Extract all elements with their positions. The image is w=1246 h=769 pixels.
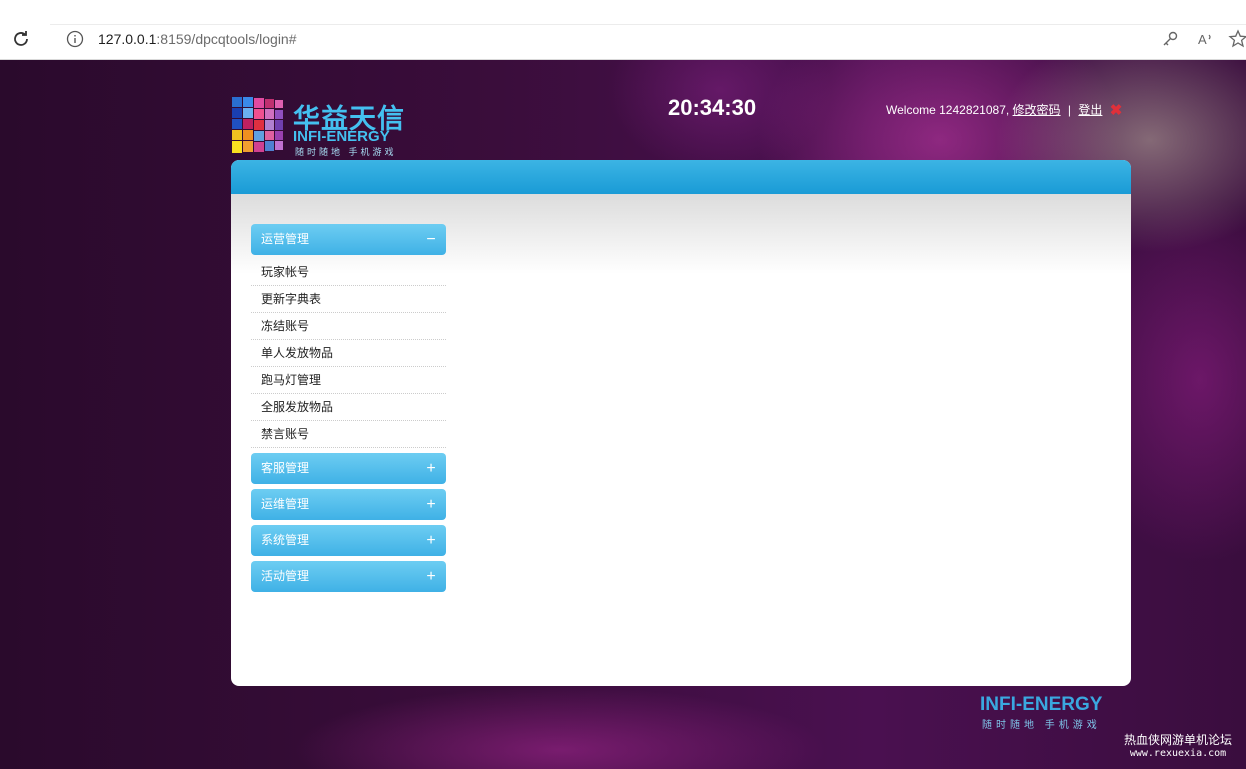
expand-icon[interactable]: + [424, 453, 438, 484]
logout-link[interactable]: 登出 [1078, 103, 1102, 117]
menu-item-player-accounts[interactable]: 玩家帐号 [251, 259, 446, 286]
watermark-url: www.rexuexia.com [1129, 748, 1227, 759]
collapse-icon[interactable]: − [424, 224, 438, 255]
footer-logo-slogan: 随时随地 手机游戏 [982, 720, 1101, 731]
menu-group-label: 活动管理 [261, 569, 310, 583]
brand-logo: 华益天信 INFI-ENERGY 随时随地 手机游戏 [230, 95, 410, 159]
panel-header-bar [231, 160, 1131, 194]
watermark-title: 热血侠网游单机论坛 [1124, 733, 1233, 747]
url-path: :8159/dpcqtools/login# [156, 31, 297, 47]
menu-group-maintenance[interactable]: 运维管理 + [251, 489, 446, 520]
favorite-star-icon[interactable] [1228, 29, 1246, 49]
expand-icon[interactable]: + [424, 525, 438, 556]
menu-item-mute-account[interactable]: 禁言账号 [251, 421, 446, 448]
site-watermark: 热血侠网游单机论坛 www.rexuexia.com [1124, 733, 1232, 761]
logo-english-name: INFI-ENERGY [293, 128, 390, 145]
clock: 20:34:30 [668, 95, 757, 120]
site-info-icon[interactable] [66, 30, 84, 48]
expand-icon[interactable]: + [424, 489, 438, 520]
url-host: 127.0.0.1 [98, 31, 157, 47]
read-aloud-icon[interactable]: A [1196, 29, 1216, 49]
menu-item-marquee-management[interactable]: 跑马灯管理 [251, 367, 446, 394]
main-panel: 运营管理 − 玩家帐号 更新字典表 冻结账号 单人发放物品 跑马灯管理 全服发放… [231, 160, 1131, 686]
tab-strip [0, 0, 1246, 22]
change-password-link[interactable]: 修改密码 [1013, 103, 1061, 117]
welcome-text: Welcome 1242821087, [886, 103, 1010, 117]
browser-toolbar: 127.0.0.1:8159/dpcqtools/login# A [0, 0, 1246, 60]
reload-icon[interactable] [10, 28, 32, 50]
separator: | [1067, 103, 1072, 117]
menu-group-label: 系统管理 [261, 533, 310, 547]
sidebar-menu: 运营管理 − 玩家帐号 更新字典表 冻结账号 单人发放物品 跑马灯管理 全服发放… [251, 224, 446, 597]
user-bar: Welcome 1242821087, 修改密码 | 登出 ✖ [886, 101, 1122, 119]
logo-mosaic-icon [232, 97, 283, 153]
menu-group-label: 运营管理 [261, 232, 310, 246]
menu-group-label: 运维管理 [261, 497, 310, 511]
url-text[interactable]: 127.0.0.1:8159/dpcqtools/login# [98, 31, 297, 47]
menu-group-system[interactable]: 系统管理 + [251, 525, 446, 556]
menu-item-server-grant-items[interactable]: 全服发放物品 [251, 394, 446, 421]
footer-logo-english: INFI-ENERGY [980, 694, 1103, 715]
menu-group-operations[interactable]: 运营管理 − [251, 224, 446, 255]
expand-icon[interactable]: + [424, 561, 438, 592]
menu-item-freeze-account[interactable]: 冻结账号 [251, 313, 446, 340]
menu-group-events[interactable]: 活动管理 + [251, 561, 446, 592]
menu-item-single-grant-items[interactable]: 单人发放物品 [251, 340, 446, 367]
menu-group-label: 客服管理 [261, 461, 310, 475]
svg-text:A: A [1198, 32, 1207, 47]
key-icon[interactable] [1160, 29, 1180, 49]
footer-logo: INFI-ENERGY 随时随地 手机游戏 [980, 694, 1120, 731]
logo-slogan: 随时随地 手机游戏 [295, 147, 397, 157]
menu-submenu-operations: 玩家帐号 更新字典表 冻结账号 单人发放物品 跑马灯管理 全服发放物品 禁言账号 [251, 259, 446, 448]
menu-group-customer-service[interactable]: 客服管理 + [251, 453, 446, 484]
close-icon[interactable]: ✖ [1110, 101, 1123, 119]
menu-item-update-dictionary[interactable]: 更新字典表 [251, 286, 446, 313]
